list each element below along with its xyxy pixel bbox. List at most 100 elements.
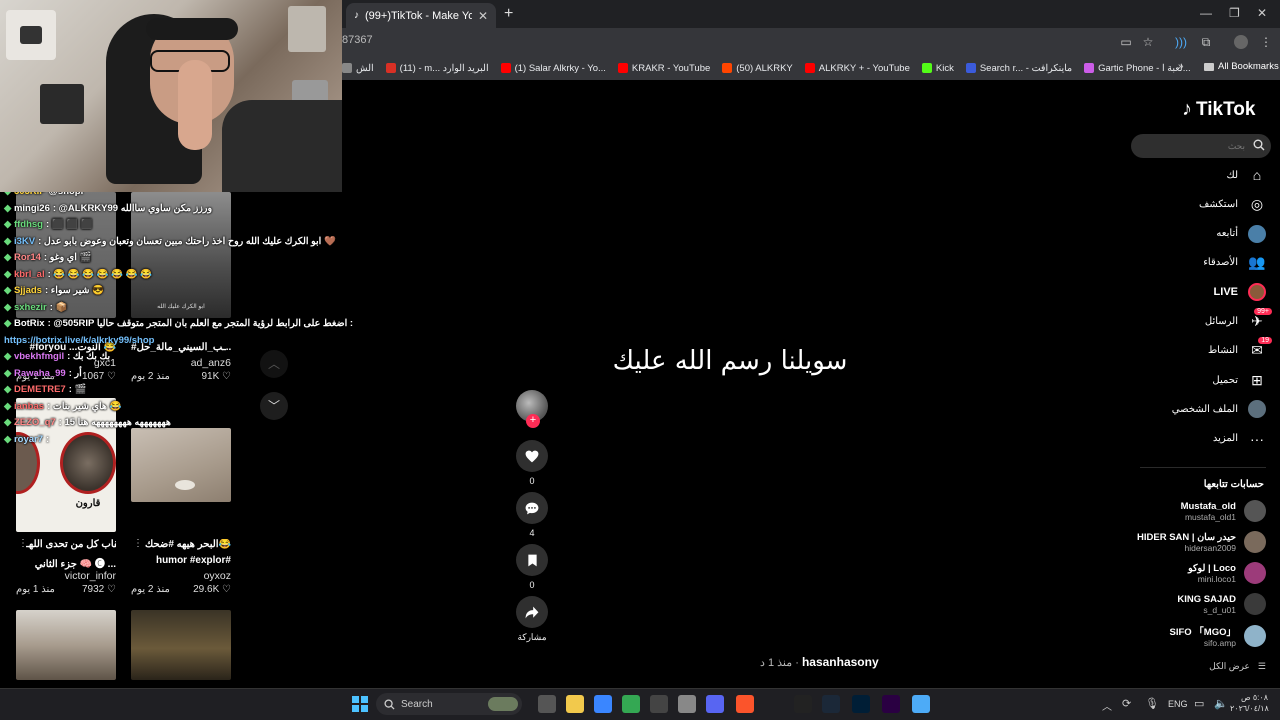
chat-username[interactable]: ianbas bbox=[14, 401, 44, 412]
sidebar-item[interactable]: الأصدقاء 👥 bbox=[1203, 254, 1266, 272]
following-account[interactable]: SIFO 「MGO」 sifo.amp bbox=[1169, 624, 1266, 648]
bookmark-item[interactable]: (1) Salar Alkrky - Yo... bbox=[500, 63, 606, 74]
video-author[interactable]: oyxoz bbox=[131, 570, 231, 582]
video-title-line2[interactable]: humor #explor# bbox=[131, 555, 231, 566]
volume-icon[interactable]: 🔈 bbox=[1214, 697, 1228, 710]
following-account[interactable]: KING SAJAD s_d_u01 bbox=[1177, 593, 1266, 615]
new-tab-icon[interactable]: + bbox=[504, 5, 513, 23]
sidebar-item[interactable]: تحميل ⊞ bbox=[1212, 371, 1266, 389]
bookmarks-overflow-icon[interactable]: » bbox=[1178, 61, 1184, 72]
creator-avatar[interactable]: + bbox=[516, 390, 548, 428]
obs-icon[interactable] bbox=[650, 695, 668, 713]
extensions-icon[interactable]: ⧉ bbox=[1199, 35, 1213, 49]
sidebar-item[interactable]: أتابعه bbox=[1216, 224, 1266, 243]
discord-icon[interactable] bbox=[706, 695, 724, 713]
address-bar[interactable] bbox=[342, 28, 1280, 56]
network-icon[interactable]: ▭ bbox=[1194, 697, 1204, 710]
profile-avatar-icon[interactable] bbox=[1234, 35, 1248, 49]
chat-username[interactable]: Sjjads bbox=[14, 285, 42, 296]
taskbar-search[interactable]: Search bbox=[376, 693, 522, 715]
search-field[interactable] bbox=[1131, 134, 1271, 158]
chat-username[interactable]: BotRix bbox=[14, 318, 45, 329]
chat-username[interactable]: Ror14 bbox=[14, 252, 41, 263]
chat-link[interactable]: https://botrix.live/k/alkrky99/shop bbox=[4, 335, 154, 346]
sidebar-item[interactable]: النشاط ✉ 19 bbox=[1208, 336, 1272, 360]
language-indicator[interactable]: ENG bbox=[1168, 699, 1188, 709]
search-icon[interactable] bbox=[1253, 139, 1265, 151]
menu-dots-icon[interactable]: ⋮ bbox=[1259, 35, 1273, 49]
tray-sync-icon[interactable]: ⟳ bbox=[1122, 697, 1131, 710]
chat-username[interactable]: mingi26 bbox=[14, 203, 50, 214]
video-title[interactable]: عقاب كل من تحدى اللهـ... bbox=[26, 539, 116, 550]
premiere-icon[interactable] bbox=[882, 695, 900, 713]
account-name: HIDER SAN | حيدر سان bbox=[1137, 531, 1236, 543]
search-input[interactable] bbox=[1141, 138, 1245, 154]
following-account[interactable]: Mustafa_old mustafa_old1 bbox=[1181, 500, 1266, 522]
sidebar-item[interactable]: LIVE bbox=[1214, 283, 1266, 302]
cast-icon[interactable]: ▭ bbox=[1119, 35, 1133, 49]
bookmark-item[interactable]: Search r... - ماينكرافت bbox=[965, 63, 1072, 74]
sidebar-item[interactable]: الرسائل ✈ 99+ bbox=[1205, 307, 1272, 331]
bookmark-item[interactable]: (11) - m... البريد الوارد bbox=[385, 63, 489, 74]
photoshop-icon[interactable] bbox=[852, 695, 870, 713]
minimize-icon[interactable]: — bbox=[1200, 6, 1212, 20]
bookmark-item[interactable]: KRAKR - YouTube bbox=[617, 63, 710, 74]
following-account[interactable]: HIDER SAN | حيدر سان hidersan2009 bbox=[1137, 531, 1266, 553]
task-view-icon[interactable] bbox=[538, 695, 556, 713]
chat-username[interactable]: royar7 bbox=[14, 434, 43, 445]
bookmark-item[interactable]: Gartic Phone - لعبة ا... bbox=[1084, 63, 1191, 74]
microphone-icon[interactable]: 🎙 bbox=[1145, 697, 1159, 710]
tiktok-logo[interactable]: ♪ TikTok bbox=[1182, 98, 1255, 121]
following-account[interactable]: لوكو | Loco mini.loco1 bbox=[1188, 562, 1266, 584]
tray-overflow-icon[interactable]: ︿ bbox=[1102, 698, 1112, 713]
chat-username[interactable]: DEMETRE7 bbox=[14, 384, 66, 395]
follow-plus-icon[interactable]: + bbox=[526, 414, 540, 428]
comment-button[interactable]: 4 bbox=[516, 492, 548, 538]
file-explorer-icon[interactable] bbox=[566, 695, 584, 713]
video-title[interactable]: البحر هيهه #ضحك😂 bbox=[141, 539, 231, 550]
settings-icon[interactable] bbox=[678, 695, 696, 713]
close-tab-icon[interactable]: ✕ bbox=[478, 9, 488, 23]
store-icon[interactable] bbox=[594, 695, 612, 713]
app-icon[interactable] bbox=[912, 695, 930, 713]
steam-icon[interactable] bbox=[822, 695, 840, 713]
account-handle: sifo.amp bbox=[1203, 638, 1236, 648]
video-username[interactable]: hasanhasony bbox=[802, 655, 879, 669]
chat-username[interactable]: vbekhfmgil bbox=[14, 351, 64, 362]
chat-username[interactable]: kbrl_al bbox=[14, 269, 45, 280]
chat-message: ◆ Ror14: اي وغو 🎬 bbox=[4, 252, 91, 263]
extension-audio-icon[interactable]: ))) bbox=[1174, 35, 1188, 49]
capcut-icon[interactable] bbox=[794, 695, 812, 713]
sidebar-item[interactable]: استكشف ◎ bbox=[1199, 195, 1266, 213]
like-button[interactable]: 0 bbox=[516, 440, 548, 486]
clock[interactable]: ٥:٠٨ ص ٢٠٢٦/٠٤/١٨ bbox=[1230, 692, 1269, 714]
video-title-line2[interactable]: جزء الثاني 🧠 🅒 ... bbox=[16, 555, 116, 570]
chat-username[interactable]: ZEZO_q7 bbox=[14, 417, 56, 428]
save-button[interactable]: 0 bbox=[516, 544, 548, 590]
bookmark-item[interactable]: ALKRKY + - YouTube bbox=[804, 63, 910, 74]
video-author[interactable]: victor_infor bbox=[16, 570, 116, 582]
bookmark-star-icon[interactable]: ☆ bbox=[1141, 35, 1155, 49]
restore-icon[interactable]: ❐ bbox=[1229, 6, 1240, 20]
sidebar-item[interactable]: لك ⌂ bbox=[1227, 166, 1266, 184]
browser-tab[interactable]: ♪ (99+)TikTok - Make Your Day ✕ bbox=[346, 3, 496, 28]
bookmark-item[interactable]: الش bbox=[342, 63, 374, 74]
share-button[interactable]: مشاركة bbox=[516, 596, 548, 643]
chat-username[interactable]: sxhezir bbox=[14, 302, 47, 313]
video-thumbnail[interactable] bbox=[131, 610, 231, 680]
close-window-icon[interactable]: ✕ bbox=[1257, 6, 1267, 20]
brave-icon[interactable] bbox=[736, 695, 754, 713]
sidebar-item[interactable]: الملف الشخصي bbox=[1172, 400, 1266, 419]
see-all-button[interactable]: عرض الكل ☰ bbox=[1209, 661, 1266, 672]
sidebar-item[interactable]: المزيد ··· bbox=[1213, 430, 1266, 448]
chrome-icon[interactable] bbox=[622, 695, 640, 713]
bookmark-item[interactable]: Kick bbox=[921, 63, 954, 74]
video-thumbnail[interactable] bbox=[16, 610, 116, 680]
windows-start-icon[interactable] bbox=[352, 696, 368, 712]
bookmark-item[interactable]: (50) ALKRKY bbox=[722, 63, 793, 74]
chat-username[interactable]: ffdhsg bbox=[14, 219, 43, 230]
chat-badge-icon: ◆ bbox=[4, 252, 14, 263]
chat-username[interactable]: i3KV bbox=[14, 236, 35, 247]
all-bookmarks-button[interactable]: All Bookmarks bbox=[1204, 61, 1279, 72]
chat-username[interactable]: Rawaha_99 bbox=[14, 368, 66, 379]
